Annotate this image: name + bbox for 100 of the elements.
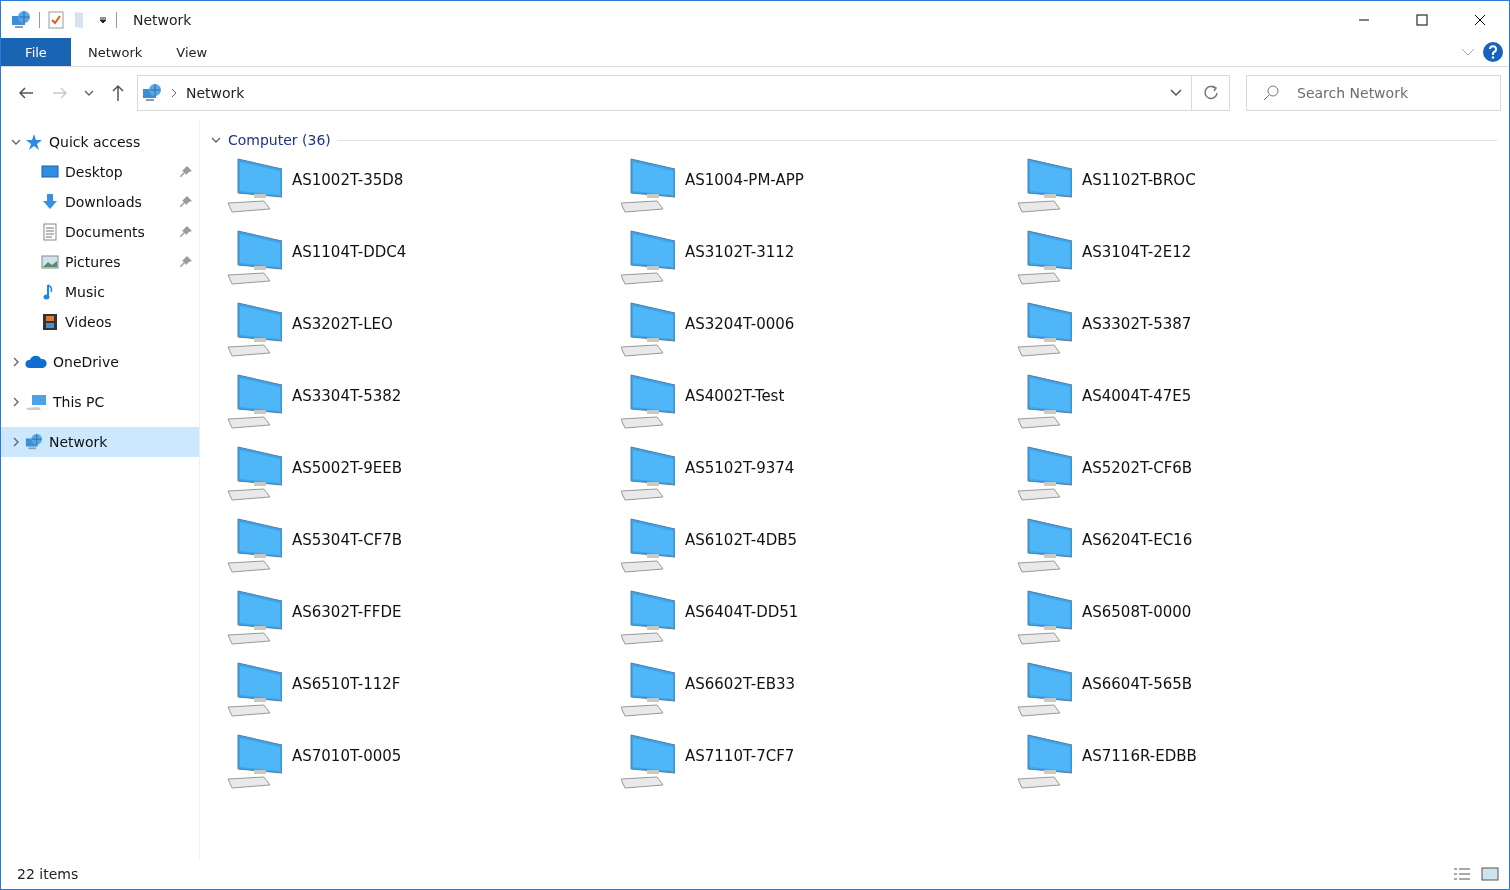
computer-name[interactable]: AS1002T-35D8 (292, 171, 404, 189)
pin-icon[interactable] (179, 195, 193, 209)
sidebar-item[interactable]: Desktop (1, 157, 199, 187)
computer-name[interactable]: AS4002T-Test (685, 387, 785, 405)
computer-icon (1014, 661, 1072, 717)
cloud-icon (25, 353, 47, 371)
computer-icon (617, 301, 675, 357)
computer-name[interactable]: AS3302T-5387 (1082, 315, 1192, 333)
computer-icon (1014, 517, 1072, 573)
computer-name[interactable]: AS4004T-47E5 (1082, 387, 1192, 405)
close-icon[interactable] (1474, 13, 1486, 26)
computer-name[interactable]: AS6204T-EC16 (1082, 531, 1193, 549)
computer-icon (617, 661, 675, 717)
sidebar-item[interactable]: Downloads (1, 187, 199, 217)
picture-icon (41, 253, 59, 271)
computer-icon (224, 229, 282, 285)
computer-name[interactable]: AS5102T-9374 (685, 459, 795, 477)
computer-name[interactable]: AS6302T-FFDE (292, 603, 402, 621)
download-arrow-icon (41, 193, 59, 211)
computer-name[interactable]: AS6510T-112F (292, 675, 401, 693)
computer-icon (617, 589, 675, 645)
computer-icon (617, 229, 675, 285)
computer-name[interactable]: AS3102T-3112 (685, 243, 795, 261)
up-arrow-icon[interactable] (111, 84, 125, 102)
film-strip-icon (41, 313, 59, 331)
computer-icon (617, 373, 675, 429)
chevron-down-icon[interactable] (1170, 89, 1182, 97)
network-icon (11, 9, 31, 30)
sidebar-item[interactable]: Music (1, 277, 199, 307)
computer-icon (224, 157, 282, 213)
computer-icon (617, 157, 675, 213)
computer-name[interactable]: AS1104T-DDC4 (292, 243, 407, 261)
desktop-icon (41, 163, 59, 181)
computer-icon (1014, 157, 1072, 213)
computer-icon (1014, 373, 1072, 429)
computer-name[interactable]: AS6602T-EB33 (685, 675, 795, 693)
computer-icon (224, 733, 282, 789)
computer-name[interactable]: AS3202T-LEO (292, 315, 393, 333)
computer-icon (224, 589, 282, 645)
ribbon-tab[interactable]: View (159, 38, 225, 66)
computer-name[interactable]: AS5202T-CF6B (1082, 459, 1193, 477)
computer-icon (617, 445, 675, 501)
computer-name[interactable]: AS3304T-5382 (292, 387, 402, 405)
breadcrumb-item[interactable]: Network (186, 85, 245, 101)
search-icon (1262, 84, 1280, 102)
computer-icon (224, 373, 282, 429)
computer-icon (224, 301, 282, 357)
computer-icon (617, 517, 675, 573)
computer-name[interactable]: AS3104T-2E12 (1082, 243, 1192, 261)
sidebar-item[interactable]: Network (1, 427, 199, 457)
ribbon-tab[interactable]: Network (71, 38, 160, 66)
dropdown-icon[interactable] (98, 14, 108, 25)
refresh-icon[interactable] (1202, 85, 1219, 101)
computer-name[interactable]: AS1102T-BROC (1082, 171, 1196, 189)
computer-name[interactable]: AS7010T-0005 (292, 747, 402, 765)
computer-name[interactable]: AS5002T-9EEB (292, 459, 402, 477)
document-icon (41, 223, 59, 241)
computer-icon (224, 517, 282, 573)
computer-icon (1014, 733, 1072, 789)
sidebar-item[interactable]: OneDrive (1, 347, 199, 377)
file-menu-button[interactable]: File (1, 38, 71, 66)
network-icon (25, 433, 43, 451)
help-icon[interactable] (1483, 42, 1503, 62)
star-icon (25, 133, 43, 151)
network-icon (142, 83, 162, 103)
computer-icon (25, 393, 47, 411)
chevron-down-icon[interactable] (84, 89, 94, 97)
sidebar-item[interactable]: Documents (1, 217, 199, 247)
window-title: Network (133, 11, 192, 28)
pin-icon[interactable] (179, 165, 193, 179)
computer-icon (224, 445, 282, 501)
sidebar-item[interactable]: Pictures (1, 247, 199, 277)
computer-name[interactable]: AS5304T-CF7B (292, 531, 403, 549)
computer-icon (1014, 301, 1072, 357)
computer-name[interactable]: AS6604T-565B (1082, 675, 1193, 693)
item-count: 22 items (17, 866, 79, 882)
computer-icon (617, 733, 675, 789)
computer-name[interactable]: AS6508T-0000 (1082, 603, 1192, 621)
computer-icon (1014, 445, 1072, 501)
computer-icon (224, 661, 282, 717)
sidebar-item[interactable]: This PC (1, 387, 199, 417)
maximize-icon[interactable] (1416, 13, 1428, 26)
computer-name[interactable]: AS6102T-4DB5 (685, 531, 798, 549)
search-field[interactable]: Search Network (1246, 75, 1501, 111)
pin-icon[interactable] (179, 225, 193, 239)
computer-icon (1014, 589, 1072, 645)
computer-name[interactable]: AS3204T-0006 (685, 315, 795, 333)
computer-icon (1014, 229, 1072, 285)
computer-name[interactable]: AS7110T-7CF7 (685, 747, 795, 765)
chevron-right-icon[interactable] (170, 88, 178, 98)
sidebar-item[interactable]: Videos (1, 307, 199, 337)
properties-checkmark-icon[interactable] (48, 10, 64, 29)
address-bar[interactable]: Network (137, 75, 1230, 111)
group-header[interactable]: Computer (36) (228, 132, 331, 148)
computer-name[interactable]: AS7116R-EDBB (1082, 747, 1197, 765)
computer-name[interactable]: AS6404T-DD51 (685, 603, 799, 621)
back-arrow-icon[interactable] (18, 86, 34, 100)
computer-name[interactable]: AS1004-PM-APP (685, 171, 804, 189)
sidebar-item[interactable]: Quick access (1, 127, 199, 157)
pin-icon[interactable] (179, 255, 193, 269)
